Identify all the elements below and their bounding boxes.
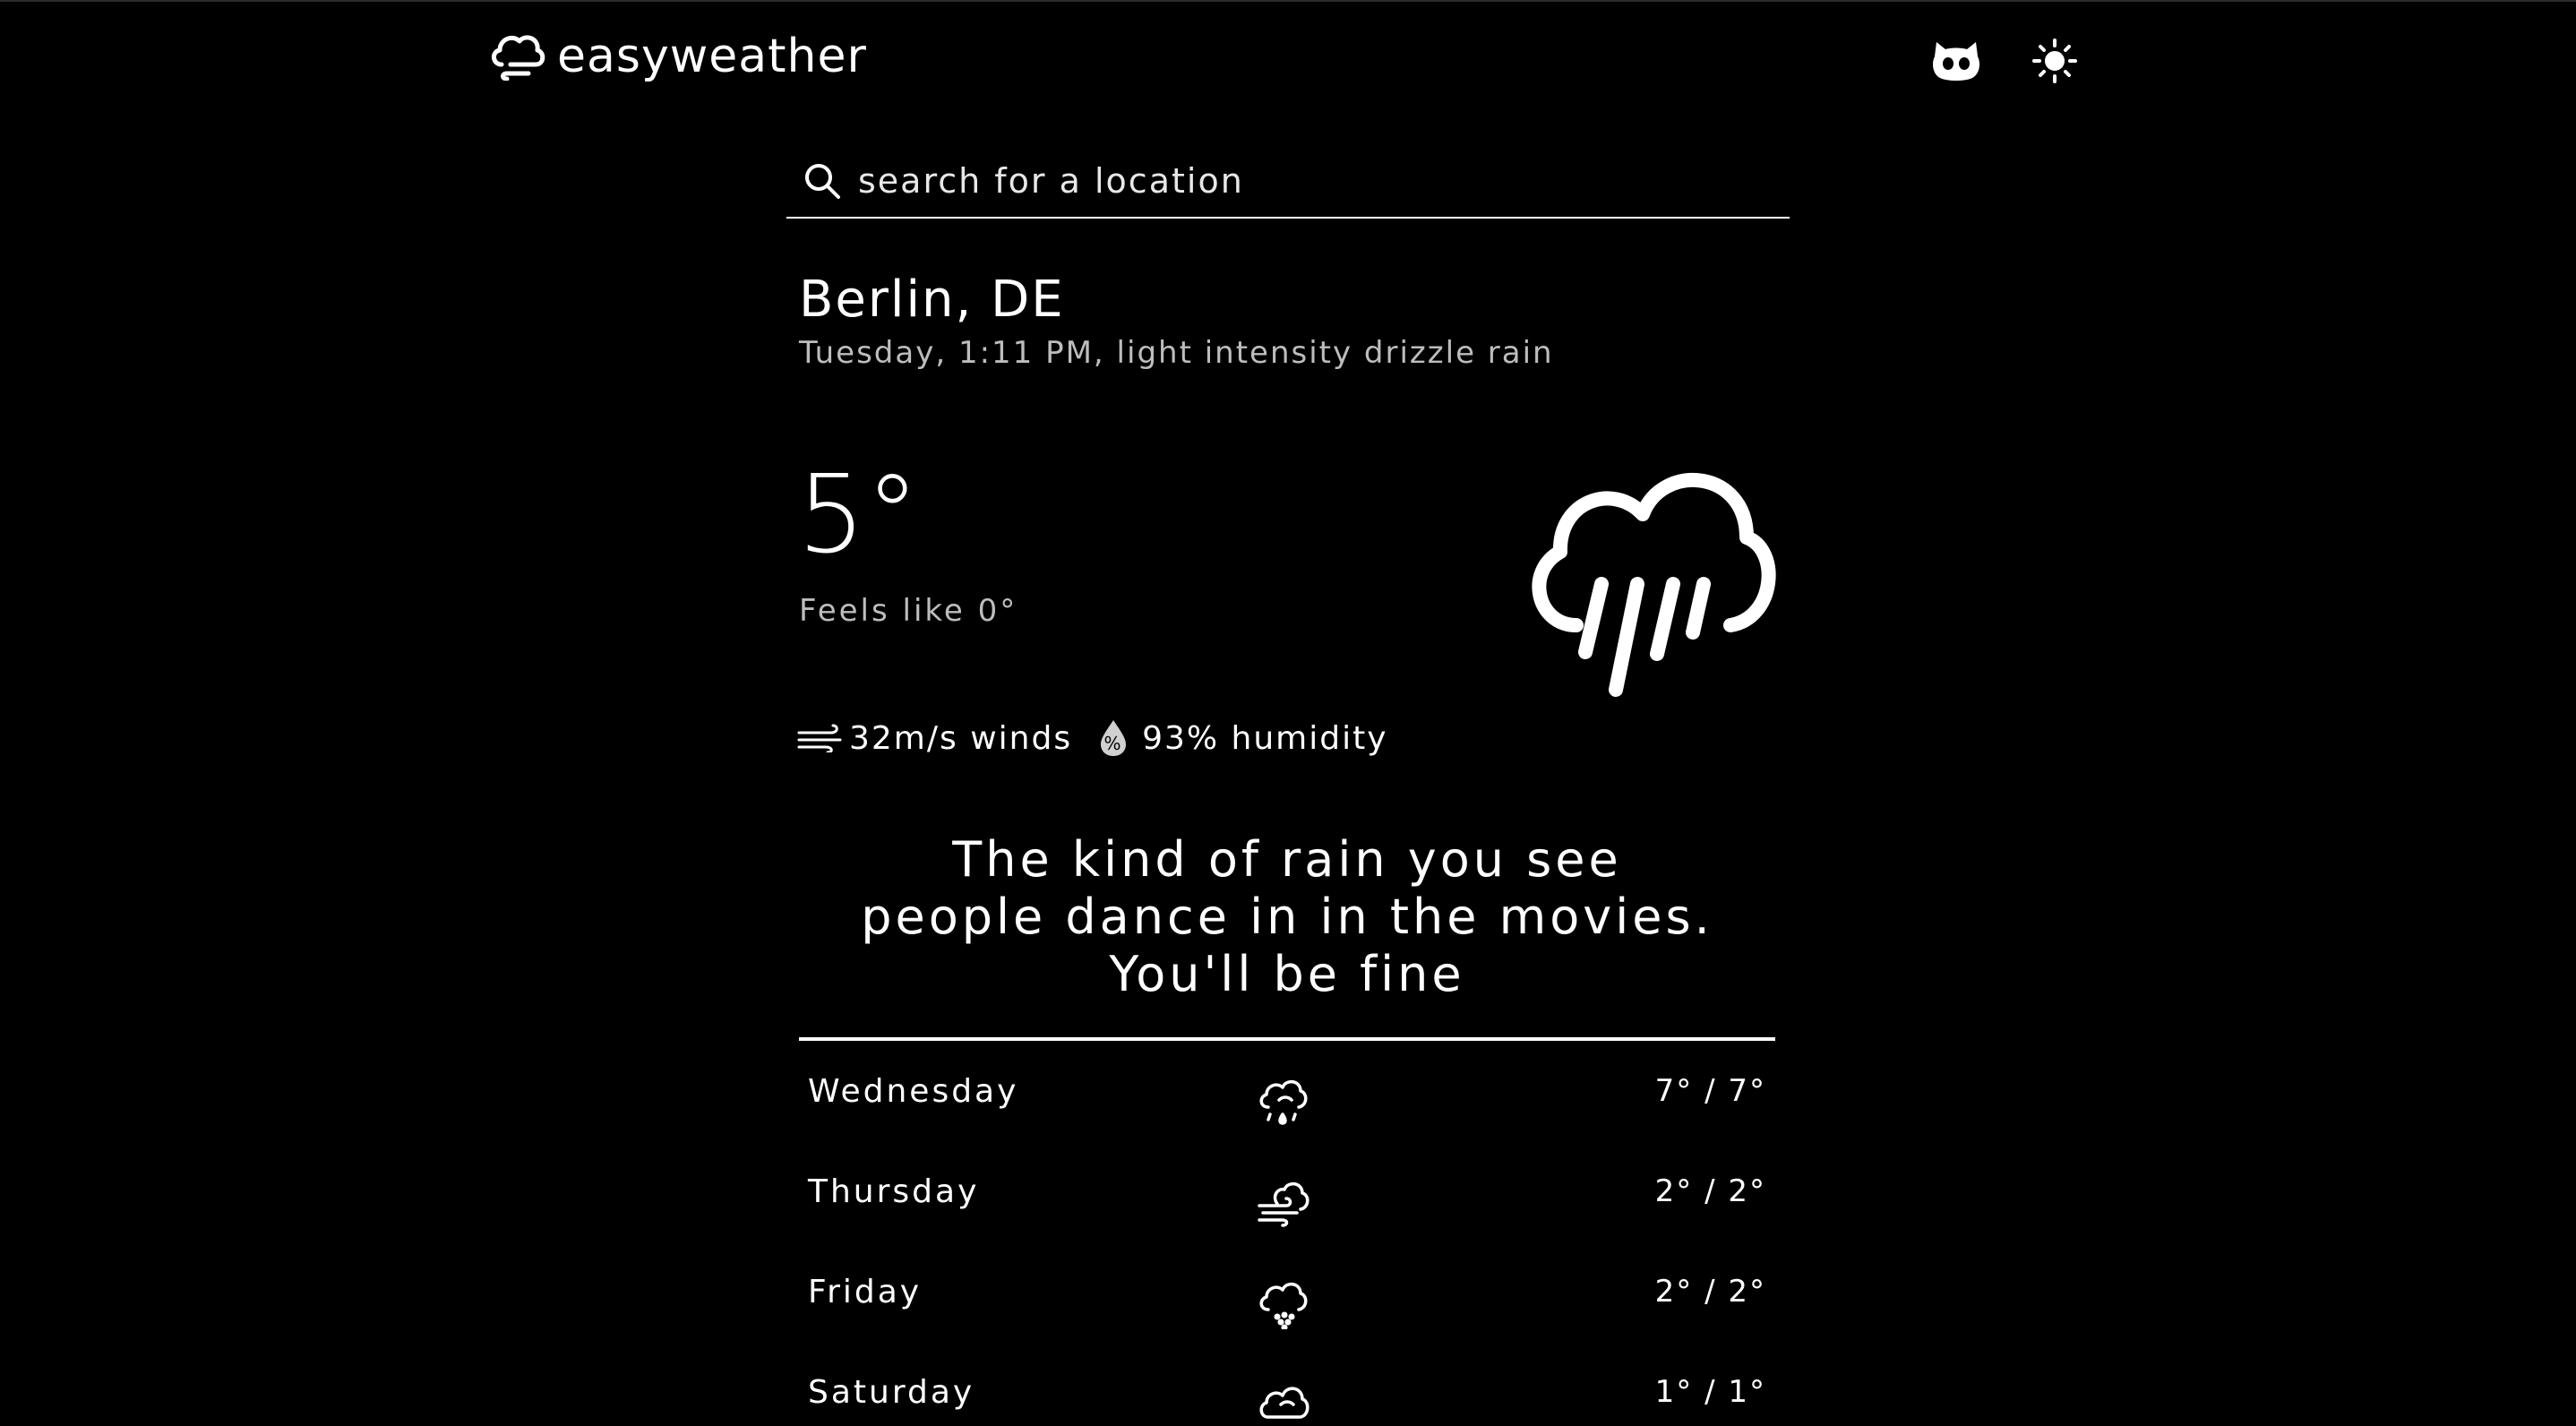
- forecast-temp: 2° / 2°: [1654, 1173, 1766, 1209]
- location-title: Berlin, DE: [799, 271, 1065, 329]
- forecast-temp: 7° / 7°: [1654, 1073, 1766, 1109]
- forecast-day: Friday: [808, 1274, 923, 1310]
- forecast-row-thursday: Thursday 2° / 2°: [799, 1143, 1775, 1243]
- forecast-row-saturday: Saturday 1° / 1°: [799, 1344, 1775, 1426]
- feels-like: Feels like 0°: [799, 593, 1018, 629]
- wind-icon: [797, 718, 844, 758]
- forecast-divider: [799, 1037, 1775, 1041]
- humidity-icon: %: [1090, 718, 1137, 758]
- forecast-day: Wednesday: [808, 1073, 1019, 1110]
- forecast-day: Thursday: [808, 1173, 980, 1210]
- tagline-line-3: You'll be fine: [1109, 946, 1465, 1002]
- weather-tagline: The kind of rain you see people dance in…: [788, 831, 1786, 1003]
- cloud-snow-icon: [1256, 1277, 1311, 1331]
- brand[interactable]: easyweather: [489, 29, 867, 84]
- forecast-day: Saturday: [808, 1374, 975, 1411]
- forecast-row-wednesday: Wednesday 7° / 7°: [799, 1043, 1775, 1143]
- tagline-line-1: The kind of rain you see: [952, 831, 1622, 888]
- tagline-line-2: people dance in in the movies.: [861, 889, 1713, 945]
- search-input[interactable]: [856, 160, 1756, 202]
- theme-toggle-button[interactable]: [2028, 34, 2082, 88]
- search-bar[interactable]: [786, 145, 1790, 219]
- wind-value: 32m/s winds: [849, 719, 1073, 757]
- app-window: easyweather search for a location Berlin…: [0, 0, 2576, 1426]
- current-temperature: 5°: [797, 453, 920, 578]
- weather-stats: 32m/s winds % 93% humidity: [797, 718, 1388, 758]
- search-icon: [801, 159, 844, 202]
- forecast-temp: 1° / 1°: [1654, 1374, 1766, 1410]
- forecast-list: Wednesday 7° / 7° Thursday 2° / 2° Frida…: [799, 1043, 1775, 1426]
- cloud-icon: [1256, 1378, 1311, 1426]
- github-cat-icon: [1933, 42, 1979, 81]
- humidity-value: 93% humidity: [1142, 719, 1388, 757]
- forecast-temp: 2° / 2°: [1654, 1274, 1766, 1310]
- github-button[interactable]: [1929, 34, 1983, 88]
- cloud-wind-icon: [1256, 1177, 1311, 1229]
- rain-cloud-icon: [1519, 457, 1777, 708]
- brand-name: easyweather: [557, 30, 867, 83]
- forecast-row-friday: Friday 2° / 2°: [799, 1243, 1775, 1344]
- cloud-logo-icon: [489, 29, 546, 84]
- sun-icon: [2032, 39, 2077, 83]
- svg-text:%: %: [1104, 733, 1123, 754]
- cloud-drizzle-icon: [1256, 1077, 1311, 1129]
- location-subtitle: Tuesday, 1:11 PM, light intensity drizzl…: [799, 335, 1554, 371]
